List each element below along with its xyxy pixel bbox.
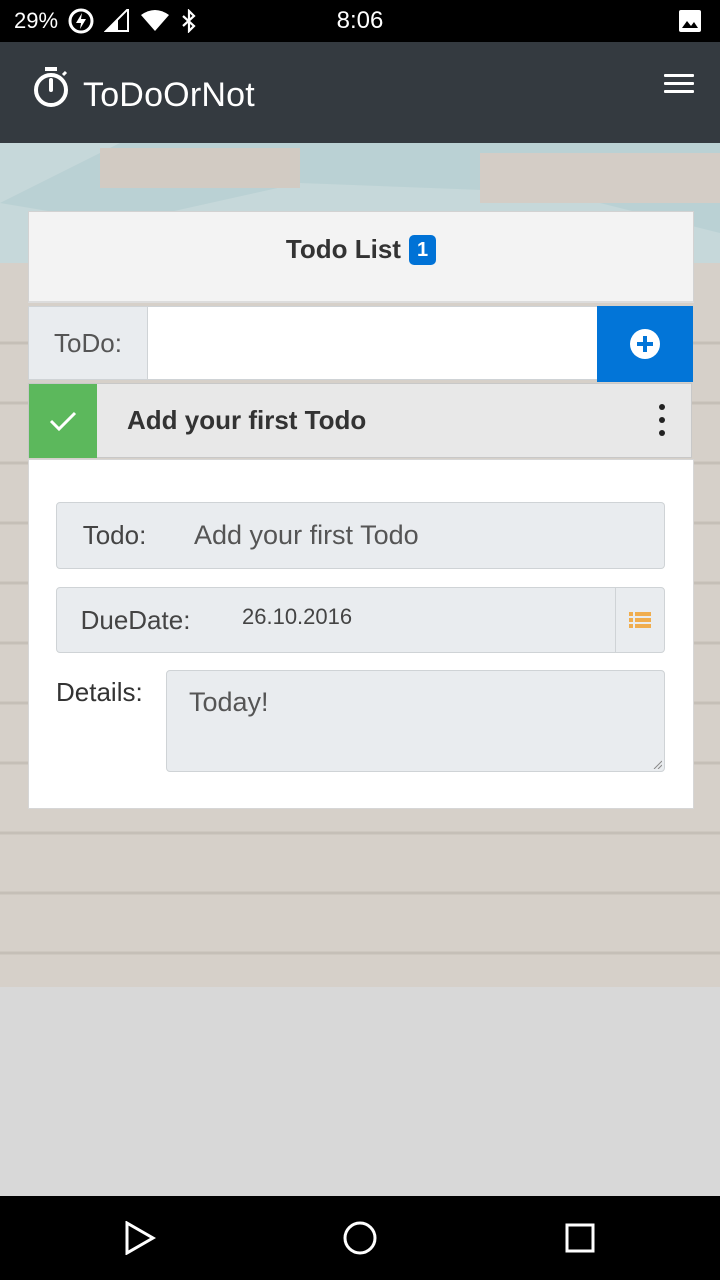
todo-list-title: Todo List 1 (285, 234, 437, 265)
todo-count-badge: 1 (408, 234, 437, 265)
due-date-label: DueDate: (56, 587, 215, 653)
more-vertical-icon[interactable] (657, 404, 667, 436)
todo-name-label: Todo: (56, 502, 173, 569)
details-textarea[interactable]: Today! (166, 670, 665, 772)
image-notification-icon (678, 9, 702, 38)
todo-name-row: Todo: Add your first Todo (56, 502, 665, 569)
todo-list-title-text: Todo List (285, 234, 401, 264)
plus-circle-icon (630, 329, 660, 359)
checkmark-icon (49, 411, 77, 432)
resize-grip-icon[interactable] (652, 759, 662, 769)
todo-list-header: Todo List 1 (28, 211, 694, 303)
due-date-field[interactable]: 26.10.2016 (214, 587, 616, 653)
home-circle-icon (343, 1221, 377, 1255)
navigation-bar (0, 1196, 720, 1280)
list-calendar-icon (629, 612, 651, 628)
new-todo-label: ToDo: (28, 306, 148, 380)
hamburger-menu-icon[interactable] (664, 68, 694, 98)
status-bar: 29% 8:06 (0, 0, 720, 42)
new-todo-group: ToDo: (28, 306, 694, 382)
due-date-row: DueDate: 26.10.2016 (56, 587, 665, 653)
stopwatch-icon (34, 67, 68, 107)
todo-done-toggle[interactable] (29, 384, 97, 458)
status-time: 8:06 (336, 7, 384, 34)
app-bar: ToDoOrNot (0, 42, 720, 143)
todo-item[interactable]: Add your first Todo (28, 383, 692, 458)
calendar-button[interactable] (615, 587, 665, 653)
todo-name-field[interactable]: Add your first Todo (172, 502, 665, 569)
back-button[interactable] (118, 1216, 162, 1260)
home-button[interactable] (338, 1216, 382, 1260)
recents-square-icon (565, 1223, 595, 1253)
back-triangle-icon (125, 1221, 156, 1255)
app-title: ToDoOrNot (83, 76, 255, 114)
recents-button[interactable] (558, 1216, 602, 1260)
add-todo-button[interactable] (597, 306, 693, 382)
details-label: Details: (56, 677, 143, 707)
new-todo-input[interactable] (148, 306, 598, 380)
todo-item-title: Add your first Todo (127, 405, 367, 435)
details-text: Today! (189, 687, 269, 717)
